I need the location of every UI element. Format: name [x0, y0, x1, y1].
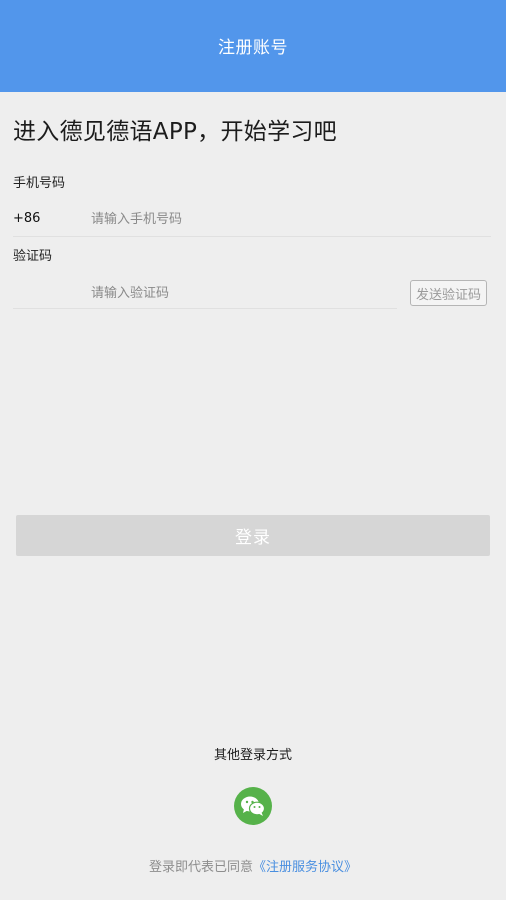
- wechat-login-button[interactable]: [234, 787, 272, 825]
- wechat-icon: [241, 796, 266, 816]
- phone-input[interactable]: [91, 209, 481, 229]
- verification-code-input[interactable]: [91, 283, 391, 303]
- phone-label: 手机号码: [13, 176, 66, 191]
- other-login-label: 其他登录方式: [213, 748, 292, 763]
- send-code-button[interactable]: 发送验证码: [410, 280, 487, 306]
- agreement-prefix: 登录即代表已同意: [148, 860, 253, 875]
- code-divider: [13, 308, 397, 309]
- agreement-text: 登录即代表已同意《注册服务协议》: [0, 856, 506, 875]
- page-title: 注册账号: [218, 37, 288, 58]
- welcome-heading: 进入德见德语APP，开始学习吧: [13, 119, 337, 145]
- country-code[interactable]: +86: [13, 211, 40, 226]
- service-agreement-link[interactable]: 《注册服务协议》: [253, 860, 357, 875]
- app-header: 注册账号: [0, 0, 506, 92]
- login-button[interactable]: 登录: [16, 515, 490, 556]
- code-label: 验证码: [13, 249, 53, 264]
- phone-divider: [13, 236, 491, 237]
